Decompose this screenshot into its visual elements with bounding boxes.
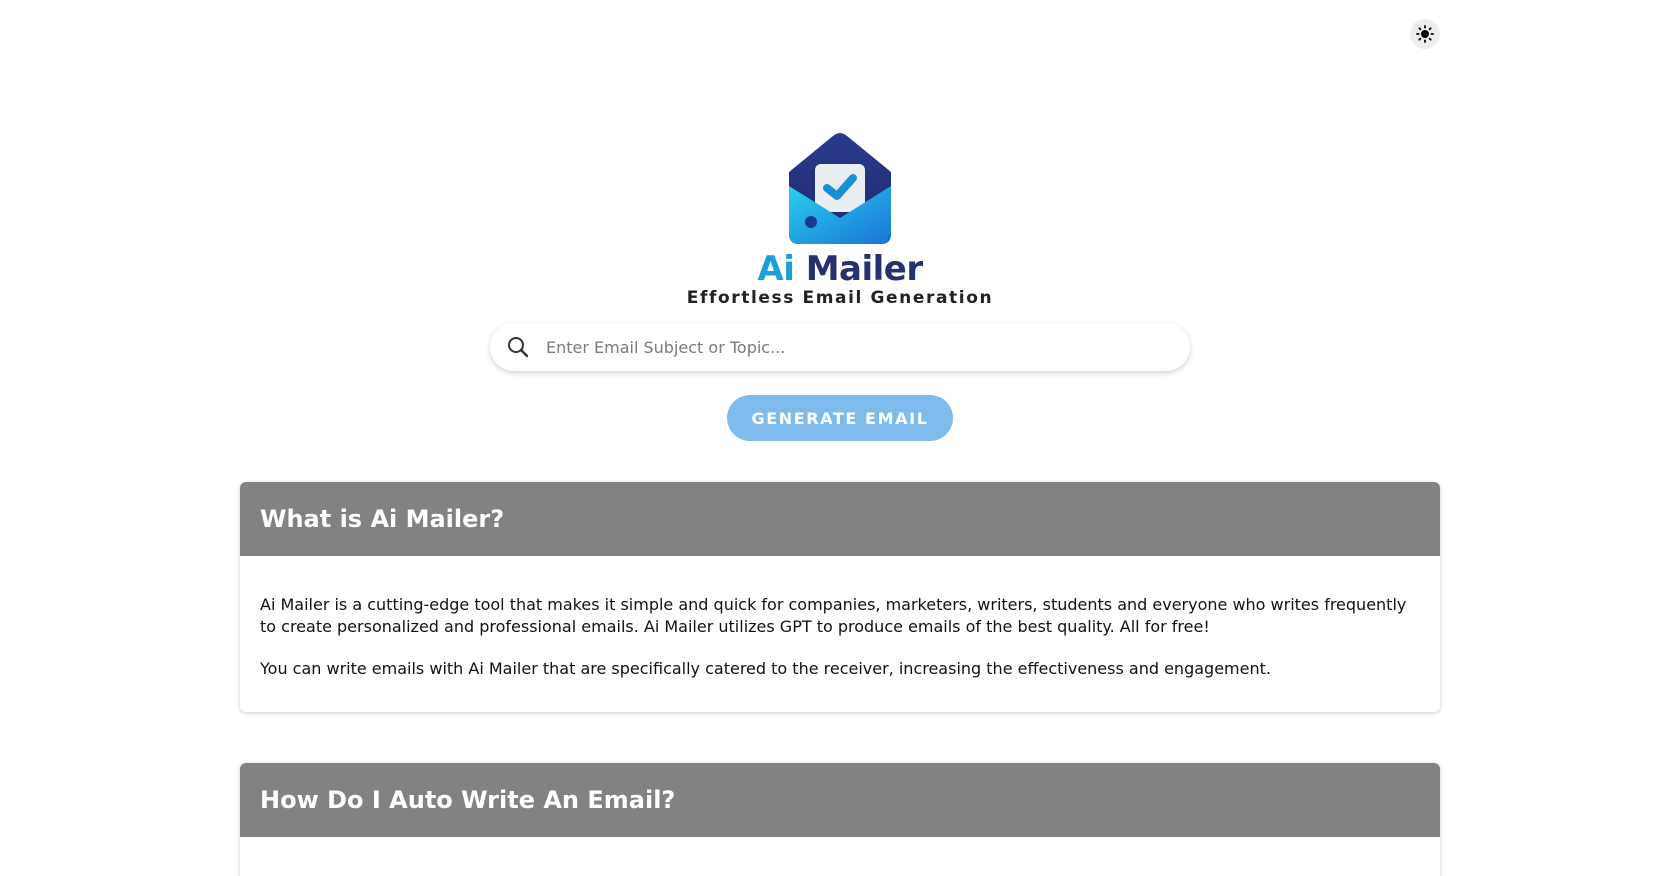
section-body: Ai Mailer is a cutting-edge tool that ma… (240, 556, 1440, 712)
section-paragraph: You can write emails with Ai Mailer that… (260, 659, 1271, 678)
brand-name: Ai Mailer (757, 249, 923, 289)
search-bar (490, 323, 1190, 371)
search-icon (508, 337, 529, 358)
section-what-is-ai-mailer: What is Ai Mailer? Ai Mailer is a cuttin… (240, 482, 1440, 712)
theme-toggle-button[interactable] (1410, 19, 1440, 49)
brand-name-ai: Ai (757, 249, 795, 289)
brand-name-mailer: Mailer (805, 249, 923, 289)
email-subject-input[interactable] (544, 336, 1190, 358)
section-paragraph: Ai Mailer is a cutting-edge tool that ma… (260, 595, 1407, 636)
page: Ai Mailer Effortless Email Generation GE… (0, 0, 1680, 876)
section-title: What is Ai Mailer? (260, 505, 505, 533)
section-header: How Do I Auto Write An Email? (240, 763, 1440, 837)
section-how-do-i-auto-write: How Do I Auto Write An Email? (240, 763, 1440, 876)
section-body (240, 837, 1440, 876)
sun-icon (1416, 25, 1434, 43)
section-title: How Do I Auto Write An Email? (260, 786, 676, 814)
generate-email-button[interactable]: GENERATE EMAIL (727, 395, 953, 441)
hero: Ai Mailer Effortless Email Generation (0, 130, 1680, 308)
tagline: Effortless Email Generation (686, 288, 994, 308)
section-header: What is Ai Mailer? (240, 482, 1440, 556)
envelope-check-logo-icon (789, 133, 891, 244)
